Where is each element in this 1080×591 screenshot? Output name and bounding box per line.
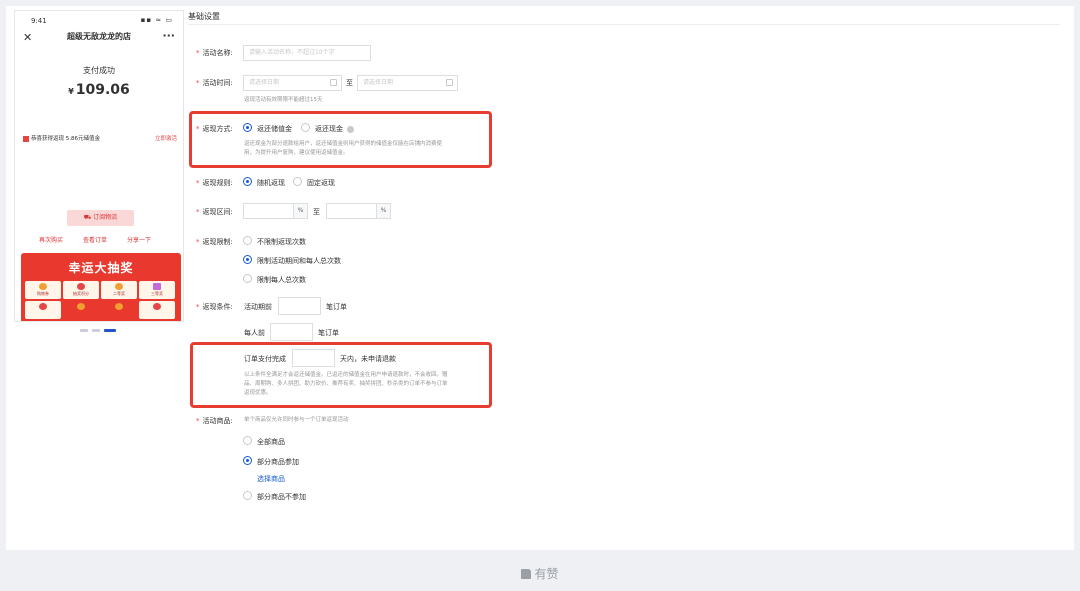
pay-amount: ¥109.06 [15, 82, 183, 98]
limit-per-person-radio[interactable] [243, 274, 252, 283]
amount-value: 109.06 [75, 82, 130, 98]
banner-cell [25, 301, 61, 319]
phone-signal-icon: ▪▪ ≈ ▭ [140, 16, 173, 24]
limit-per-person-label: 限制每人总次数 [257, 276, 306, 284]
phone-time: 9:41 [31, 17, 47, 25]
no-limit-label: 不限制返现次数 [257, 238, 306, 246]
select-goods-link[interactable]: 选择商品 [257, 474, 285, 484]
range-max-input[interactable]: % [326, 203, 391, 219]
gift-icon [23, 135, 29, 142]
banner-grid: 购物券 抽奖积分 二等奖 三等奖 [25, 281, 177, 319]
condition-2-input[interactable] [270, 323, 313, 341]
activity-time-hint: 返现活动有效期限不能超过15天 [244, 97, 323, 103]
partial-goods-exclude-radio[interactable] [243, 491, 252, 500]
start-date-input[interactable]: 请选择日期 [243, 75, 342, 91]
return-condition-label: * 返现条件: [196, 303, 233, 311]
activity-goods-label: * 活动商品: [196, 417, 233, 425]
date-separator: 至 [346, 79, 353, 87]
more-icon[interactable]: ··· [162, 29, 175, 42]
rebate-activate-link[interactable]: 立即激活 [155, 134, 177, 142]
carousel-dots[interactable] [80, 329, 116, 332]
calendar-icon [330, 79, 337, 86]
view-order-link[interactable]: 查看订单 [83, 235, 107, 244]
buy-again-link[interactable]: 再次购买 [39, 235, 63, 244]
fixed-return-label: 固定返现 [307, 179, 335, 187]
return-limit-label: * 返现限制: [196, 238, 233, 246]
condition-2-prefix: 每人前 [244, 329, 265, 337]
banner-cell [139, 301, 175, 319]
limit-period-and-person-label: 限制活动期间和每人总次数 [257, 257, 341, 265]
currency-symbol: ¥ [68, 87, 74, 96]
condition-1-prefix: 活动期前 [244, 303, 272, 311]
activity-name-input[interactable]: 请输入活动名称，不超过10个字 [243, 45, 371, 61]
end-date-input[interactable]: 请选择日期 [357, 75, 458, 91]
phone-preview: 9:41 ▪▪ ≈ ▭ ✕ 超级无敌龙龙的店 ··· 支付成功 ¥109.06 … [14, 10, 184, 322]
random-return-radio[interactable] [243, 177, 252, 186]
footer-brand: 有赞 [0, 565, 1080, 582]
return-rule-label: * 返现规则: [196, 179, 233, 187]
partial-goods-exclude-label: 部分商品不参加 [257, 493, 306, 501]
condition-2-suffix: 笔订单 [318, 329, 339, 337]
range-min-input[interactable]: % [243, 203, 308, 219]
calendar-icon [446, 79, 453, 86]
close-icon[interactable]: ✕ [23, 31, 32, 44]
activity-goods-hint: 单个商品仅允许同时参与一个订单返现活动 [244, 417, 349, 423]
no-limit-radio[interactable] [243, 236, 252, 245]
banner-cell [101, 301, 137, 319]
share-link[interactable]: 分享一下 [127, 235, 151, 244]
activity-name-label: * 活动名称: [196, 49, 233, 57]
brand-name: 有赞 [534, 567, 559, 581]
pay-status: 支付成功 [83, 66, 115, 75]
range-separator: 至 [313, 208, 320, 216]
banner-cell: 二等奖 [101, 281, 137, 299]
return-range-label: * 返现区间: [196, 208, 233, 216]
all-goods-label: 全部商品 [257, 438, 285, 446]
partial-goods-join-radio[interactable] [243, 456, 252, 465]
percent-addon: % [293, 204, 307, 218]
all-goods-radio[interactable] [243, 436, 252, 445]
banner-cell: 抽奖积分 [63, 281, 99, 299]
thumbs-up-icon [521, 569, 532, 579]
phone-title: 超级无敌龙龙的店 [67, 32, 131, 41]
limit-period-and-person-radio[interactable] [243, 255, 252, 264]
fixed-return-radio[interactable] [293, 177, 302, 186]
lucky-draw-banner[interactable]: 幸运大抽奖 购物券 抽奖积分 二等奖 三等奖 [21, 253, 181, 321]
section-title: 基础设置 [188, 12, 220, 21]
phone-title-bar: ✕ 超级无敌龙龙的店 ··· [15, 29, 183, 49]
banner-cell: 三等奖 [139, 281, 175, 299]
phone-status-bar: 9:41 ▪▪ ≈ ▭ [15, 11, 183, 31]
condition-1-suffix: 笔订单 [326, 303, 347, 311]
subscribe-logistics-button[interactable]: ⛟ 订阅物流 [67, 210, 134, 226]
highlight-box-return-condition [190, 342, 492, 408]
partial-goods-join-label: 部分商品参加 [257, 458, 299, 466]
banner-cell [63, 301, 99, 319]
activity-time-label: * 活动时间: [196, 79, 233, 87]
rebate-notice: 恭喜获得返现 5.86元储值金 立即激活 [23, 134, 177, 142]
subscribe-logistics-label: 订阅物流 [93, 214, 118, 221]
banner-cell: 购物券 [25, 281, 61, 299]
highlight-box-return-method [189, 111, 492, 168]
percent-addon: % [376, 204, 390, 218]
banner-title: 幸运大抽奖 [68, 261, 134, 275]
divider [188, 24, 1060, 25]
rebate-text: 恭喜获得返现 5.86元储值金 [31, 136, 100, 142]
condition-1-input[interactable] [278, 297, 321, 315]
truck-icon: ⛟ [83, 214, 92, 221]
random-return-label: 随机返现 [257, 179, 285, 187]
